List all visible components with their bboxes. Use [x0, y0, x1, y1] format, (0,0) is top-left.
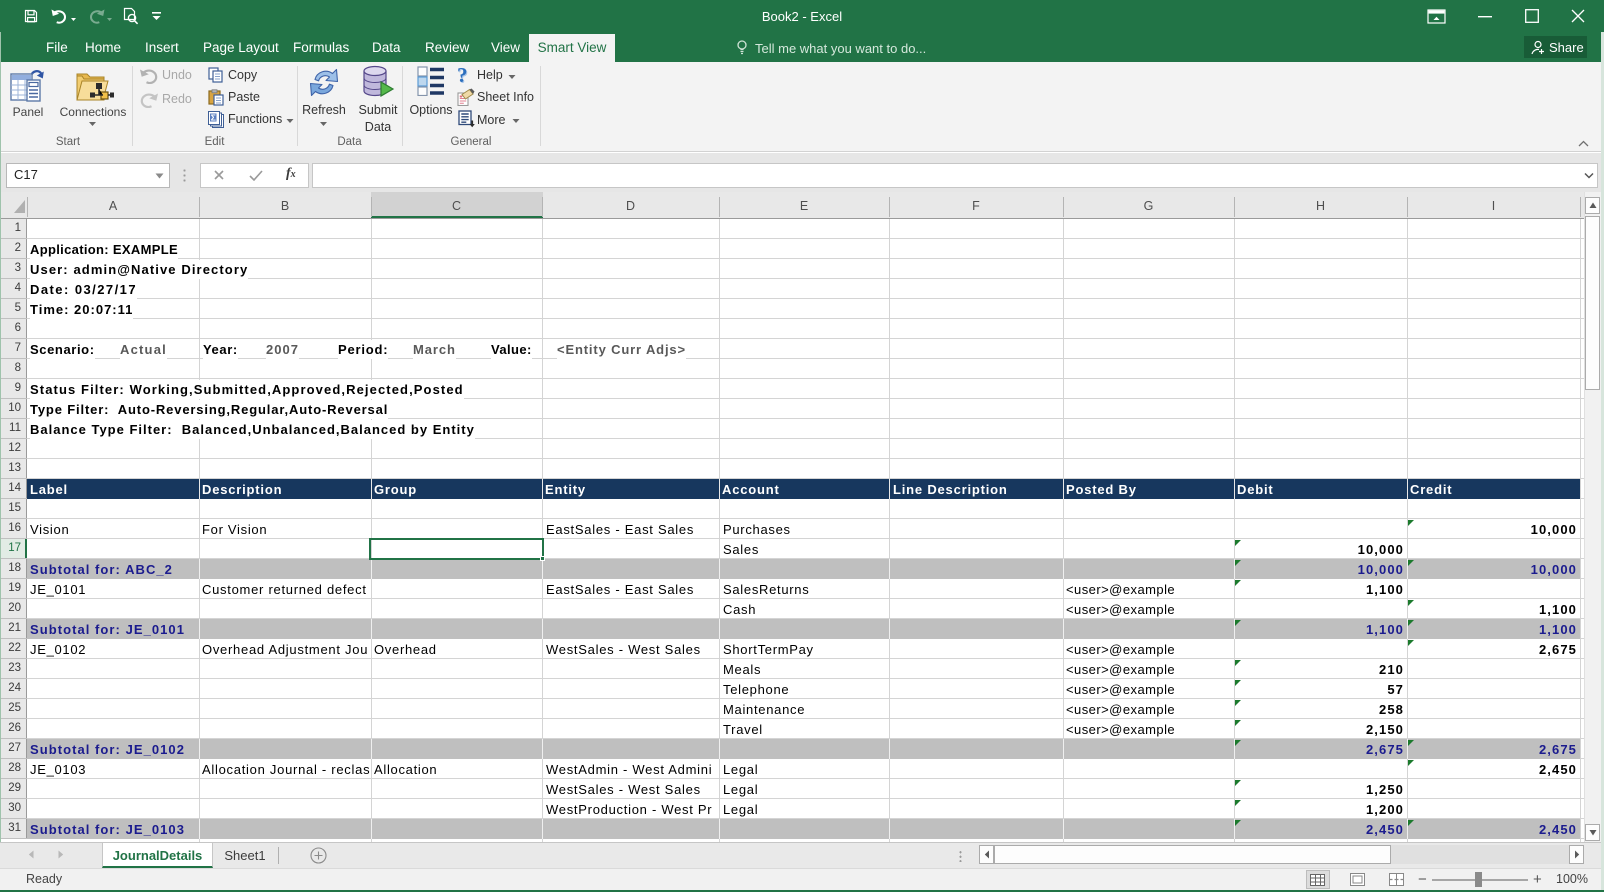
svg-text:Σ: Σ	[211, 113, 216, 123]
